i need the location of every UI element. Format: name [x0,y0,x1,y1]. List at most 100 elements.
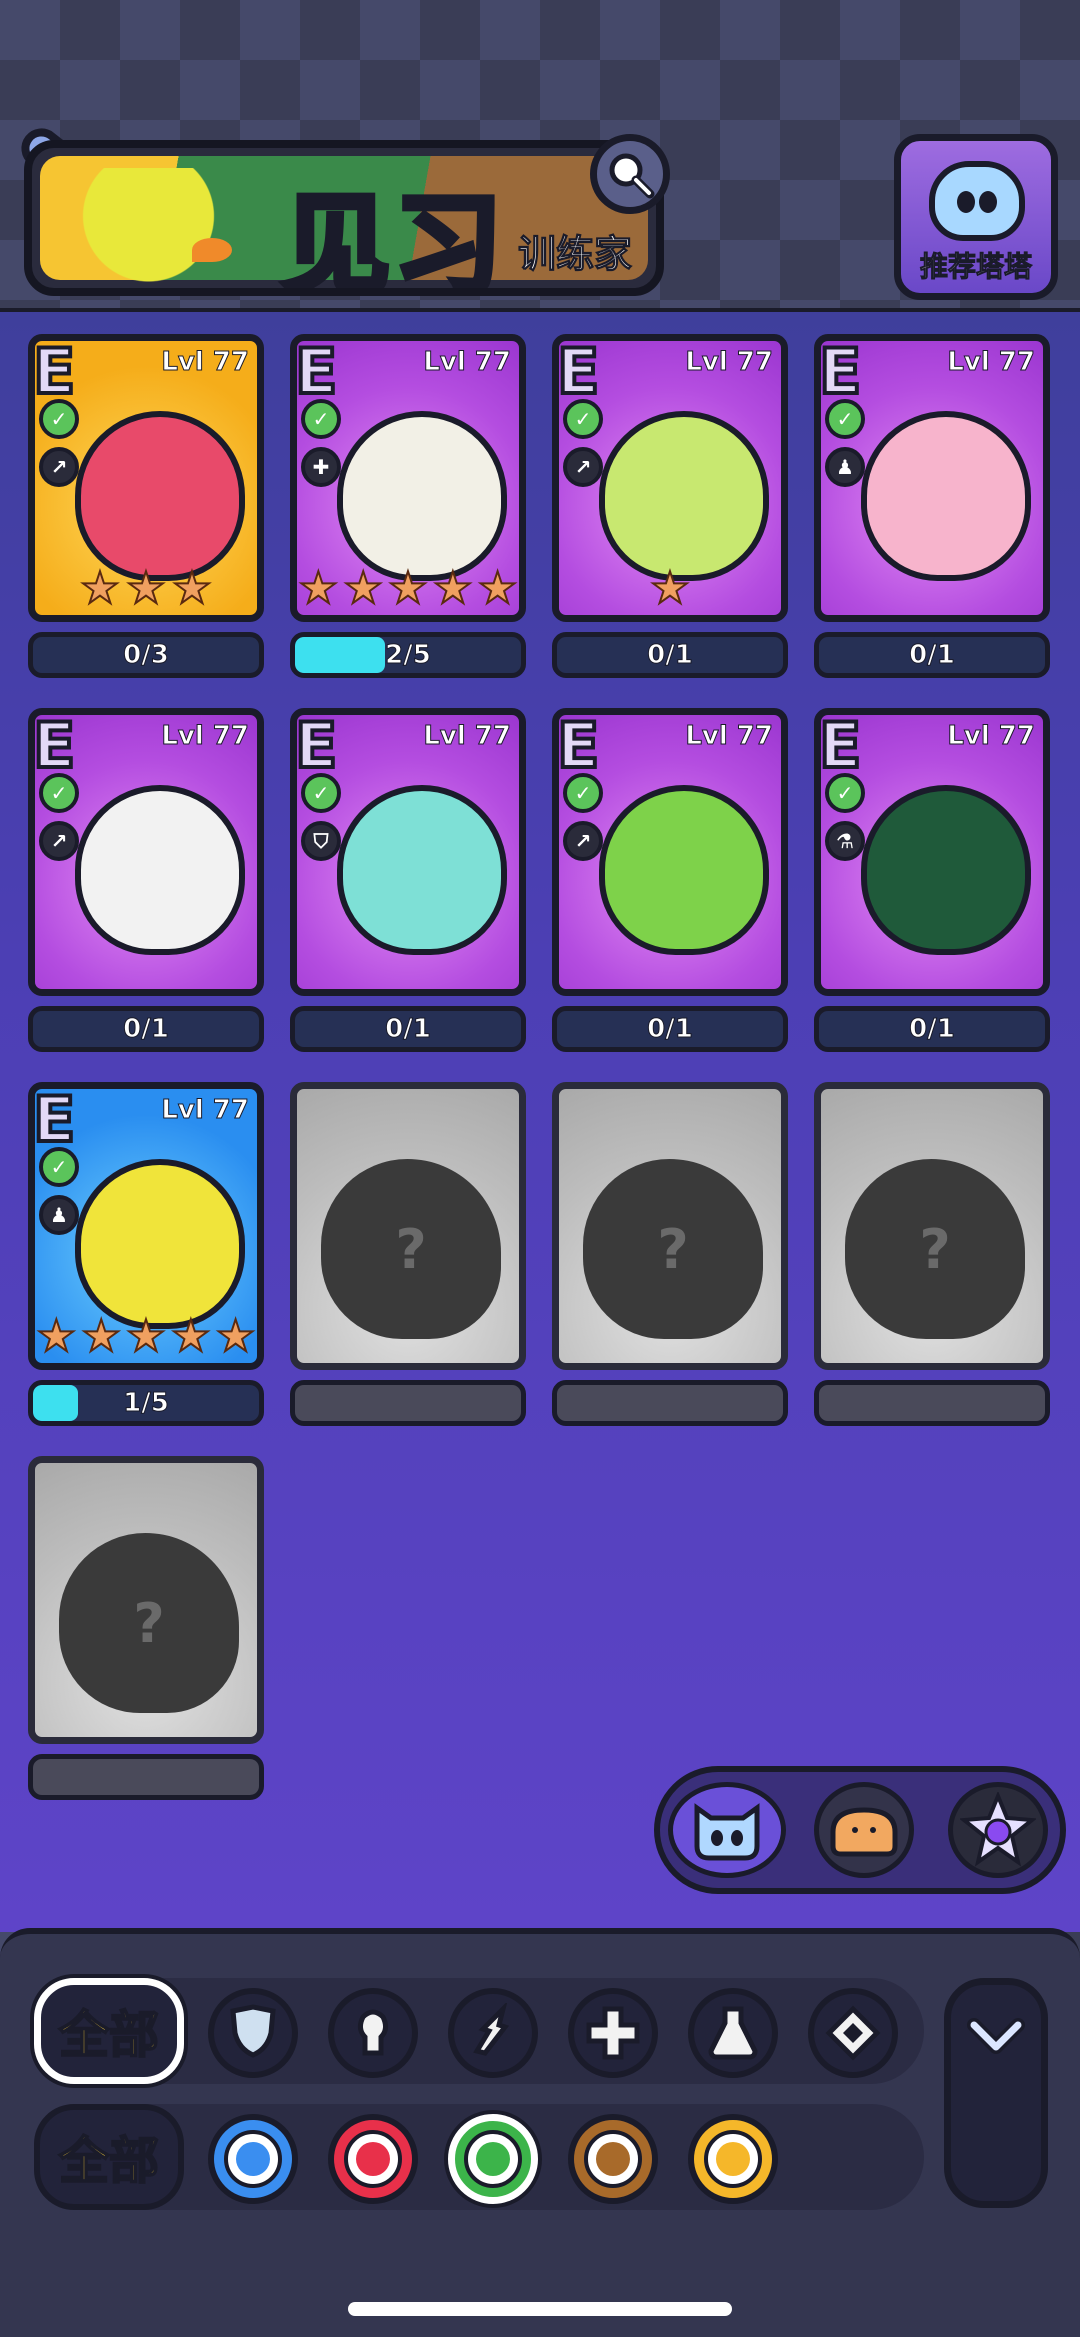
star-icon: ★ [36,1311,77,1362]
leaf-element-icon: ✓ [563,399,603,439]
creature-portrait [75,411,245,581]
leaf-element-icon: ✓ [301,399,341,439]
creature-slot: E Lvl 77 ✓ ↗ ★ ★ ★ 0/3 [28,334,264,688]
star-icon: ★ [432,563,473,614]
selector-option-bread[interactable] [814,1782,914,1878]
rarity-letter: E [819,335,863,410]
star-icon: ★ [171,563,212,614]
creature-portrait [75,785,245,955]
progress-text: 2/5 [385,640,432,671]
chevron-down-icon [967,2018,1025,2054]
empty-progress-bar [552,1380,788,1426]
empty-progress-bar [290,1380,526,1426]
element-filter-all[interactable]: 全部 [34,2104,184,2210]
level-label: Lvl 77 [947,721,1036,752]
locked-creature-card[interactable]: ? [28,1456,264,1744]
element-filter-fire[interactable] [328,2114,418,2204]
level-label: Lvl 77 [161,1095,250,1126]
creature-slot: E Lvl 77 ✓ ⛉ 0/1 [290,708,526,1062]
search-button[interactable] [590,134,670,214]
creature-card[interactable]: E Lvl 77 ✓ ✚ ★ ★ ★ ★ ★ [290,334,526,622]
rank-subtitle: 训练家 [517,232,632,277]
creature-card[interactable]: E Lvl 77 ✓ ↗ ★ ★ ★ [28,334,264,622]
role-filter-defense[interactable] [208,1988,298,2078]
creature-portrait [337,411,507,581]
potion-icon [708,2006,758,2060]
creature-portrait [75,1159,245,1329]
shard-progress-bar: 0/1 [28,1006,264,1052]
creature-card[interactable]: E Lvl 77 ✓ ↗ [552,708,788,996]
star-cat-icon [960,1792,1036,1867]
expand-filters-button[interactable] [944,1978,1048,2208]
creature-slot: E Lvl 77 ✓ ♟ 0/1 [814,334,1050,688]
creature-portrait [861,785,1031,955]
locked-creature-card[interactable]: ? [552,1082,788,1370]
creature-slot: E Lvl 77 ✓ ⚗ 0/1 [814,708,1050,1062]
element-filter-earth[interactable] [568,2114,658,2204]
element-filter-water[interactable] [208,2114,298,2204]
lightning-glyph [716,2142,750,2176]
element-filter-row: 全部 [34,2104,924,2210]
defense-role-icon: ⛉ [301,821,341,861]
progress-text: 1/5 [123,1388,170,1419]
role-filter-potion[interactable] [688,1988,778,2078]
star-icon: ★ [170,1311,211,1362]
selector-option-cat[interactable] [668,1782,786,1878]
leaf-element-icon: ✓ [301,773,341,813]
rarity-letter: E [33,709,77,784]
assassin-role-icon: ♟ [825,447,865,487]
role-filter-all[interactable]: 全部 [34,1978,184,2084]
assassin-role-icon: ♟ [39,1195,79,1235]
creature-portrait [599,411,769,581]
creature-card[interactable]: E Lvl 77 ✓ ↗ [28,708,264,996]
creature-slot: E Lvl 77 ✓ ↗ ★ 0/1 [552,334,788,688]
locked-slot: ? [28,1456,264,1810]
star-icon: ★ [477,563,518,614]
shard-progress-bar: 2/5 [290,632,526,678]
recommend-button[interactable]: 推荐塔塔 [894,134,1058,300]
unknown-creature-silhouette: ? [59,1533,239,1713]
rank-title: 见习 [279,180,507,296]
creature-slot: E Lvl 77 ✓ ↗ 0/1 [552,708,788,1062]
shard-progress-bar: 0/1 [290,1006,526,1052]
defense-icon [230,2004,276,2058]
trainer-rank-banner[interactable]: 见习 训练家 [24,140,664,296]
star-icon: ★ [79,563,120,614]
home-indicator[interactable] [348,2302,732,2316]
role-filter-attack[interactable] [448,1988,538,2078]
progress-text: 0/1 [123,1014,170,1045]
rarity-letter: E [557,335,601,410]
creature-slot: E Lvl 77 ✓ ↗ 0/1 [28,708,264,1062]
creature-card[interactable]: E Lvl 77 ✓ ⚗ [814,708,1050,996]
creature-card[interactable]: E Lvl 77 ✓ ♟ ★ ★ ★ ★ ★ [28,1082,264,1370]
element-filter-leaf[interactable] [448,2114,538,2204]
leaf-element-icon: ✓ [563,773,603,813]
role-filter-heal[interactable] [568,1988,658,2078]
locked-creature-card[interactable]: ? [814,1082,1050,1370]
creature-card[interactable]: E Lvl 77 ✓ ⛉ [290,708,526,996]
star-rating: ★ ★ ★ ★ ★ [297,563,519,614]
role-filter-assassin[interactable] [328,1988,418,2078]
leaf-icon [464,2130,522,2188]
progress-text: 0/1 [647,1014,694,1045]
creature-card[interactable]: E Lvl 77 ✓ ♟ [814,334,1050,622]
locked-creature-card[interactable]: ? [290,1082,526,1370]
role-filter-diamond[interactable] [808,1988,898,2078]
rarity-letter: E [295,335,339,410]
rarity-letter: E [33,335,77,410]
shard-progress-bar: 0/3 [28,632,264,678]
locked-slot: ? [814,1082,1050,1436]
element-filter-lightning[interactable] [688,2114,778,2204]
progress-text: 0/3 [123,640,170,671]
leaf-element-icon: ✓ [825,399,865,439]
collection-selector [654,1766,1066,1894]
empty-progress-bar [814,1380,1050,1426]
creature-card[interactable]: E Lvl 77 ✓ ↗ ★ [552,334,788,622]
water-icon [224,2130,282,2188]
selector-option-star[interactable] [948,1782,1048,1878]
star-rating: ★ ★ ★ ★ ★ [35,1311,257,1362]
leaf-glyph [476,2142,510,2176]
locked-slot: ? [552,1082,788,1436]
rarity-letter: E [819,709,863,784]
locked-slot: ? [290,1082,526,1436]
